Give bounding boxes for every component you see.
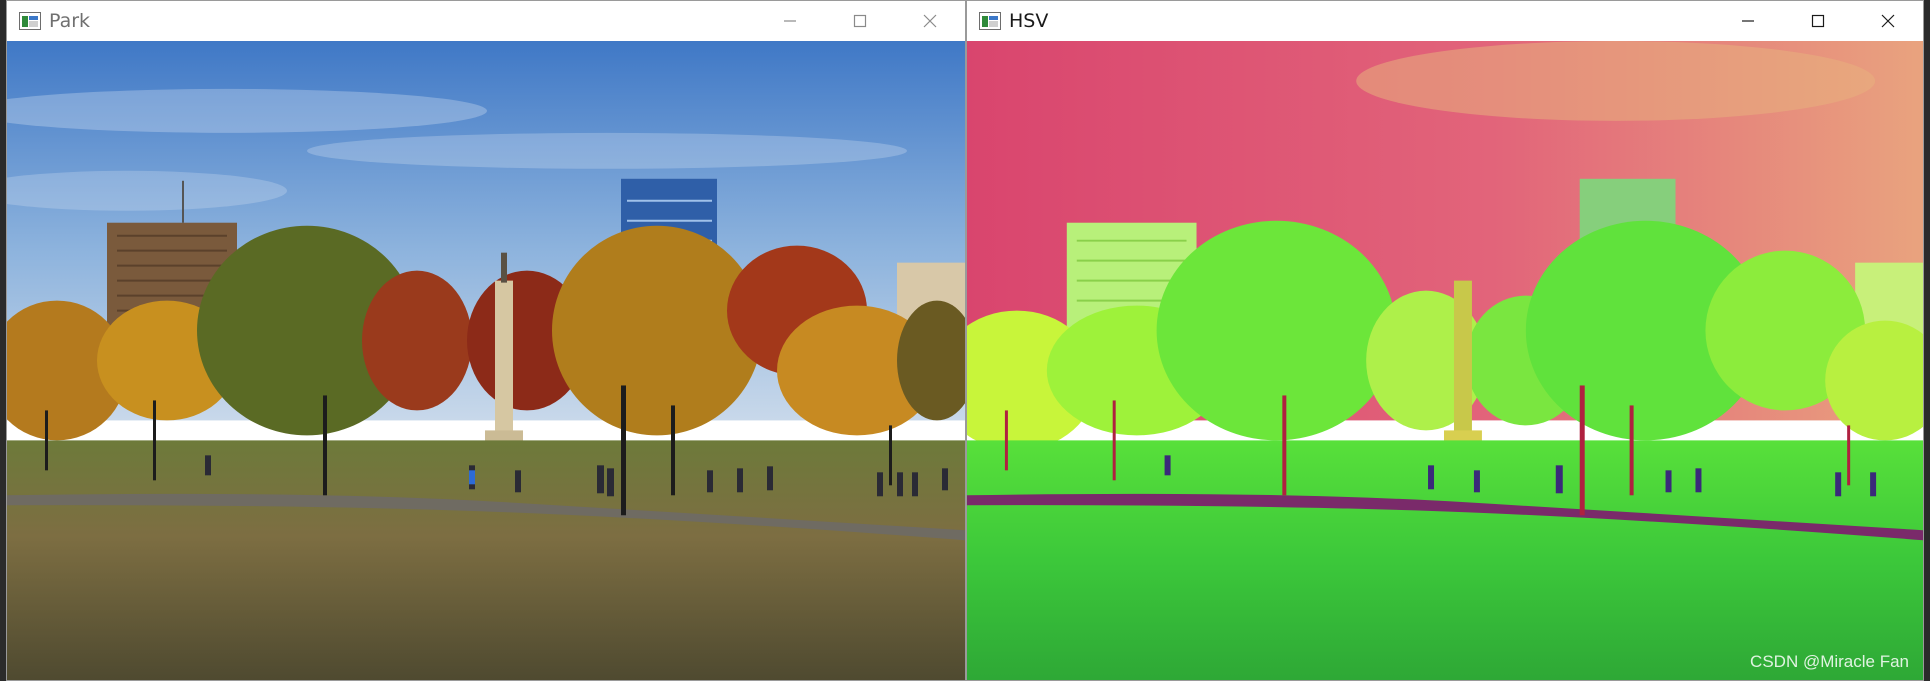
close-icon (923, 14, 937, 28)
window-title: Park (49, 10, 91, 32)
window-title: HSV (1009, 10, 1049, 32)
close-button[interactable] (1853, 1, 1923, 41)
park-photo (7, 41, 965, 680)
hsv-titlebar[interactable]: HSV (967, 1, 1923, 41)
desktop: Park HSV CSDN @Miracle Fan (0, 0, 1930, 681)
hsv-photo (967, 41, 1923, 680)
desktop-background-right (1924, 0, 1930, 681)
minimize-button[interactable] (755, 1, 825, 41)
watermark: CSDN @Miracle Fan (1750, 652, 1909, 671)
maximize-button[interactable] (1783, 1, 1853, 41)
close-button[interactable] (895, 1, 965, 41)
minimize-icon (1742, 20, 1754, 22)
minimize-button[interactable] (1713, 1, 1783, 41)
hsv-window[interactable]: HSV CSDN @Miracle Fan (966, 0, 1924, 681)
window-app-icon (979, 12, 1001, 30)
maximize-icon (1811, 14, 1825, 28)
park-image (7, 41, 965, 680)
maximize-button[interactable] (825, 1, 895, 41)
maximize-icon (853, 14, 867, 28)
minimize-icon (784, 20, 796, 22)
park-window[interactable]: Park (6, 0, 966, 681)
window-app-icon (19, 12, 41, 30)
hsv-image: CSDN @Miracle Fan (967, 41, 1923, 680)
park-titlebar[interactable]: Park (7, 1, 965, 41)
close-icon (1881, 14, 1895, 28)
